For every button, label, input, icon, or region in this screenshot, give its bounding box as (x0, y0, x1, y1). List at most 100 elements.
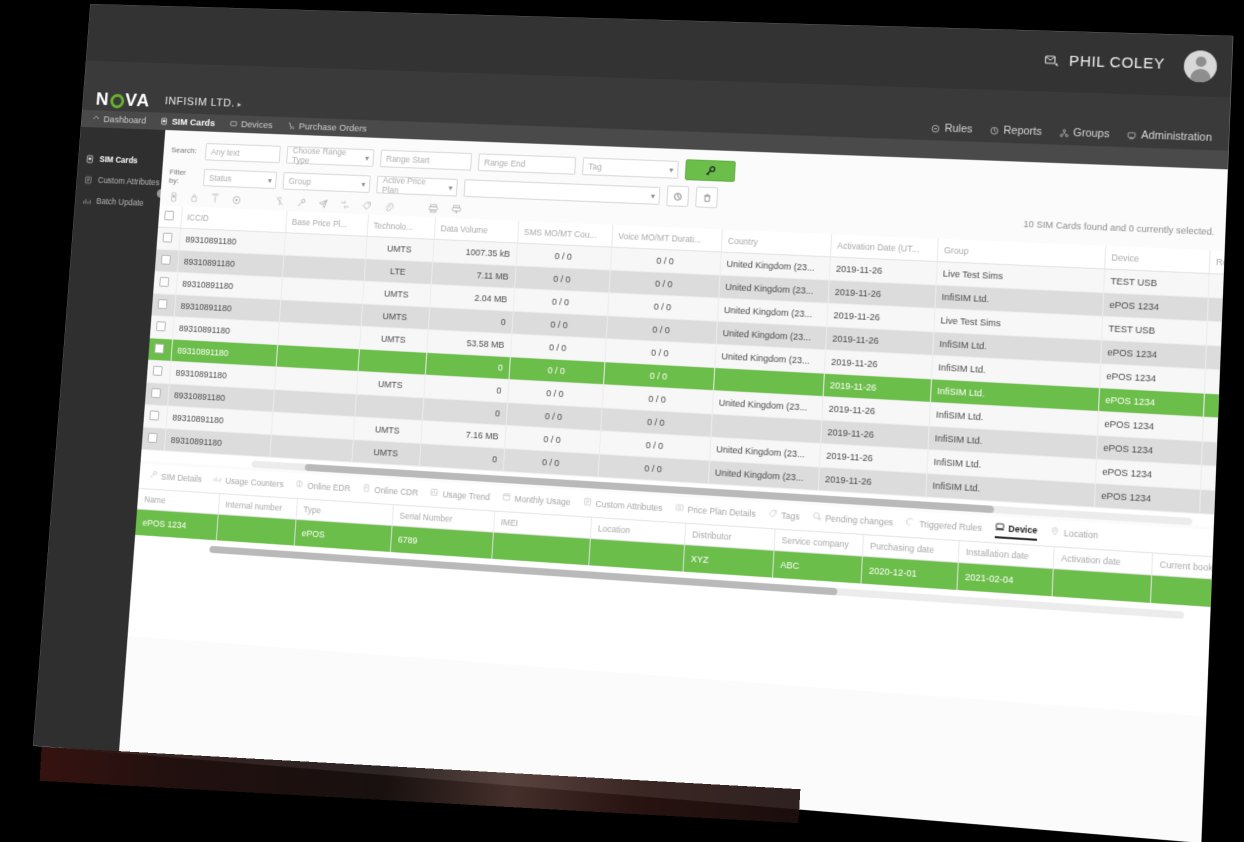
subnav-item-dashboard[interactable]: Dashboard (92, 113, 147, 126)
row-checkbox[interactable] (157, 299, 168, 310)
swap-icon[interactable] (340, 196, 351, 214)
row-checkbox-cell[interactable] (143, 404, 168, 429)
detail-tab-label: Location (1063, 527, 1099, 540)
detail-tab-label: Online CDR (374, 484, 419, 498)
detail-tab-online-edr[interactable]: Online EDR (294, 479, 351, 496)
col-technology[interactable]: Technolo... (366, 214, 436, 240)
dev-col-location[interactable]: Location (589, 517, 686, 545)
col-group[interactable]: Group (936, 238, 1106, 269)
detail-tab-pending-changes[interactable]: Pending changes (811, 511, 893, 530)
dev-cell-name: ePOS 1234 (135, 508, 218, 541)
dev-col-installation-date[interactable]: Installation date (957, 541, 1054, 569)
cell-device: ePOS 1234 (1096, 411, 1203, 442)
group-select[interactable]: Group ▾ (282, 171, 371, 193)
row-checkbox-cell[interactable] (148, 337, 173, 362)
active-price-plan-select[interactable]: Active Price Plan ▾ (376, 175, 458, 197)
search-input[interactable]: Any text (204, 142, 281, 163)
row-checkbox[interactable] (147, 432, 158, 444)
device-table-row[interactable]: ePOS 1234 ePOS 6789 XYZ ABC 2020-12-01 2021-02… (135, 508, 1228, 610)
nova-logo[interactable]: N VA (95, 89, 151, 111)
row-checkbox[interactable] (154, 343, 165, 354)
row-checkbox-cell[interactable] (149, 315, 174, 340)
topnav-item-reports[interactable]: Reports (990, 124, 1042, 138)
cell-group: InfiSIM Ltd. (930, 355, 1101, 388)
key-icon[interactable] (296, 194, 307, 212)
row-checkbox[interactable] (149, 410, 160, 421)
row-checkbox[interactable] (150, 388, 161, 399)
row-checkbox[interactable] (160, 254, 171, 265)
edr-icon (295, 479, 304, 490)
dev-col-service-company[interactable]: Service company (773, 529, 863, 557)
col-device[interactable]: Device (1104, 245, 1210, 274)
col-roaming-profile[interactable]: Roaming Profi... (1208, 250, 1228, 279)
antenna-icon[interactable] (210, 191, 221, 209)
topnav-item-groups[interactable]: Groups (1059, 126, 1110, 140)
row-checkbox[interactable] (152, 365, 163, 376)
attach-icon[interactable] (383, 198, 394, 216)
export-icon[interactable] (451, 201, 463, 219)
topnav-item-administration[interactable]: Administration (1127, 129, 1212, 144)
device-horizontal-scrollbar[interactable] (209, 545, 1185, 619)
reset-filters-button[interactable] (666, 185, 690, 208)
tag-icon[interactable] (361, 197, 372, 215)
cell-activation-date: 2019-11-26 (826, 303, 935, 332)
row-checkbox[interactable] (162, 232, 173, 243)
detail-tab-sim-details[interactable]: SIM Details (148, 470, 202, 487)
dev-col-distributor[interactable]: Distributor (684, 523, 775, 551)
tag-select[interactable]: Tag ▾ (582, 156, 679, 179)
range-start-input[interactable]: Range Start (379, 149, 473, 171)
lock-icon[interactable] (189, 190, 199, 208)
detail-tab-online-cdr[interactable]: Online CDR (361, 483, 419, 500)
detail-tab-price-plan-details[interactable]: Price Plan Details (674, 503, 756, 522)
subnav-item-purchase-orders[interactable]: Purchase Orders (287, 121, 367, 134)
detail-tab-usage-trend[interactable]: Usage Trend (429, 487, 490, 505)
sim-icon[interactable] (169, 189, 179, 207)
select-all-checkbox[interactable] (164, 210, 175, 221)
print-icon[interactable] (427, 200, 439, 218)
topnav-item-rules[interactable]: Rules (931, 122, 973, 136)
dev-cell-location (588, 538, 685, 572)
dev-cell-imei (491, 532, 590, 566)
subnav-label: Dashboard (103, 113, 147, 126)
detail-tab-location[interactable]: Location (1050, 526, 1099, 544)
detail-tab-triggered-rules[interactable]: Triggered Rules (905, 517, 982, 536)
range-type-select[interactable]: Choose Range Type ▾ (286, 145, 375, 167)
subnav-item-devices[interactable]: Devices (229, 118, 273, 131)
row-checkbox-cell[interactable] (154, 249, 179, 273)
search-button[interactable] (684, 159, 736, 183)
row-checkbox-cell[interactable] (146, 360, 171, 384)
cell-country: United Kingdom (23... (719, 251, 830, 281)
sidebar-item-batch-update[interactable]: Batch Update (74, 190, 160, 215)
detail-tab-monthly-usage[interactable]: Monthly Usage (501, 492, 571, 510)
subnav-item-sim-cards[interactable]: SIM Cards (160, 116, 215, 128)
target-icon[interactable] (231, 192, 242, 210)
detail-tab-tags[interactable]: Tags (767, 508, 800, 524)
send-icon[interactable] (318, 195, 329, 213)
extra-filter-select[interactable]: ▾ (463, 178, 661, 205)
row-checkbox[interactable] (159, 276, 170, 287)
col-country[interactable]: Country (720, 229, 832, 257)
row-checkbox-cell[interactable] (151, 293, 176, 317)
select-all-header[interactable] (158, 205, 182, 229)
delete-button[interactable] (695, 186, 719, 209)
message-icon[interactable] (1043, 53, 1060, 70)
row-checkbox-cell[interactable] (144, 382, 169, 406)
dev-col-activation-date[interactable]: Activation date (1052, 547, 1153, 575)
nosignal-icon[interactable] (274, 193, 285, 211)
avatar[interactable] (1183, 49, 1218, 83)
cell-technology: UMTS (365, 236, 434, 262)
row-checkbox-cell[interactable] (156, 227, 181, 251)
detail-tab-usage-counters[interactable]: Usage Counters (213, 474, 284, 492)
dev-col-purchasing-date[interactable]: Purchasing date (861, 535, 959, 563)
range-end-input[interactable]: Range End (477, 152, 577, 175)
row-checkbox-cell[interactable] (141, 427, 166, 451)
detail-tab-custom-attributes[interactable]: Custom Attributes (582, 497, 663, 516)
user-menu[interactable]: PHIL COLEY (1042, 45, 1218, 83)
col-activation-date[interactable]: Activation Date (UT... (829, 234, 938, 262)
dev-col-current-book-value[interactable]: Current book value (1151, 553, 1228, 582)
detail-tab-device[interactable]: Device (994, 521, 1038, 541)
row-checkbox-cell[interactable] (153, 271, 178, 295)
row-checkbox[interactable] (155, 321, 166, 332)
tenant-selector[interactable]: INFISIM LTD. ▸ (165, 96, 243, 110)
status-select[interactable]: Status ▾ (202, 168, 278, 189)
